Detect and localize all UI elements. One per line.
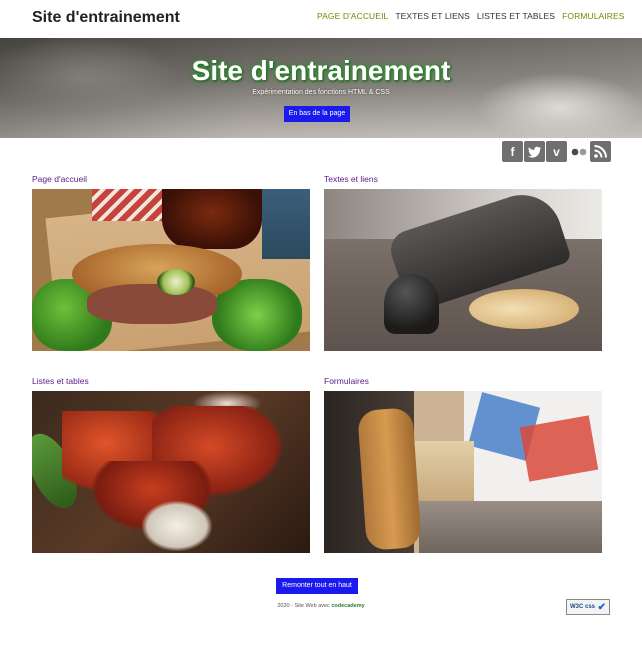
twitter-icon[interactable] [524, 141, 545, 162]
flickr-icon[interactable] [568, 141, 589, 162]
rss-icon[interactable] [590, 141, 611, 162]
card-image-formulaires[interactable] [324, 391, 602, 553]
go-bottom-button[interactable]: En bas de la page [284, 106, 350, 122]
w3c-css-label: W3C css [570, 604, 596, 610]
hero-title: Site d'entrainement [191, 55, 451, 86]
card-label-textes-et-liens[interactable]: Textes et liens [324, 174, 378, 184]
back-to-top-button[interactable]: Remonter tout en haut [276, 578, 358, 594]
main-nav: PAGE D'ACCUEIL TEXTES ET LIENS LISTES ET… [317, 11, 625, 21]
facebook-icon[interactable]: f [502, 141, 523, 162]
footer-credit: 2020 - Site Web avec codecademy [0, 603, 642, 609]
card-label-page-accueil[interactable]: Page d'accueil [32, 174, 87, 184]
site-brand[interactable]: Site d'entrainement [32, 9, 180, 27]
nav-textes-et-liens[interactable]: TEXTES ET LIENS [395, 11, 470, 21]
vimeo-icon[interactable]: v [546, 141, 567, 162]
card-label-listes-et-tables[interactable]: Listes et tables [32, 376, 89, 386]
card-image-page-accueil[interactable] [32, 189, 310, 351]
nav-formulaires[interactable]: FORMULAIRES [562, 11, 625, 21]
card-image-textes-et-liens[interactable] [324, 189, 602, 351]
hero-banner: Site d'entrainement Expérimentation des … [0, 38, 642, 138]
nav-listes-et-tables[interactable]: LISTES ET TABLES [477, 11, 555, 21]
top-bar: Site d'entrainement PAGE D'ACCUEIL TEXTE… [0, 0, 642, 38]
codecademy-link[interactable]: codecademy [331, 603, 364, 609]
w3c-css-badge[interactable]: W3C css ✔ [566, 599, 610, 615]
card-label-formulaires[interactable]: Formulaires [324, 376, 369, 386]
social-links: f v [502, 141, 611, 162]
checkmark-icon: ✔ [597, 601, 606, 613]
footer-credit-text: 2020 - Site Web avec [277, 603, 330, 609]
card-image-listes-et-tables[interactable] [32, 391, 310, 553]
hero-subtitle: Expérimentation des fonctions HTML & CSS [252, 89, 390, 96]
nav-page-accueil[interactable]: PAGE D'ACCUEIL [317, 11, 388, 21]
